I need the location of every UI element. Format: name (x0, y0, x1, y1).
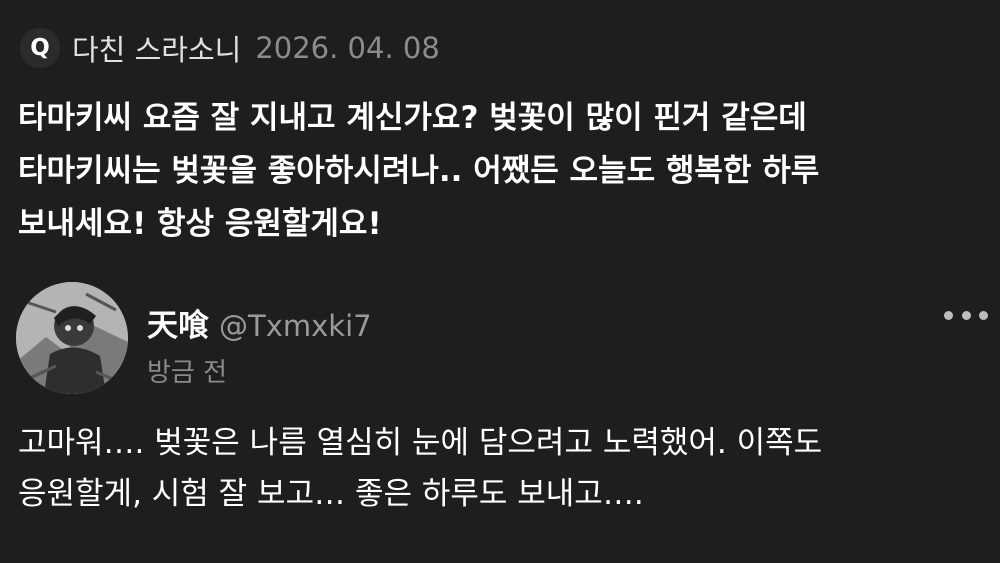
answer-author[interactable]: 天喰 @Txmxki7 (147, 300, 372, 345)
avatar[interactable] (16, 282, 128, 394)
question-line: 보내세요! 항상 응원할게요! (18, 206, 382, 242)
question-line: 타마키씨 요즘 잘 지내고 계신가요? 벚꽃이 많이 핀거 같은데 (18, 100, 807, 136)
dot (944, 310, 953, 320)
question-date: 2026. 04. 08 (255, 31, 440, 65)
answer-line: 고마워…. 벚꽃은 나름 열심히 눈에 담으려고 노력했어. 이쪽도 (18, 425, 823, 461)
answer-timestamp: 방금 전 (147, 358, 228, 388)
display-name[interactable]: 天喰 (147, 300, 209, 345)
question-badge: Q (20, 28, 60, 68)
answer-text: 고마워…. 벚꽃은 나름 열심히 눈에 담으려고 노력했어. 이쪽도 응원할게,… (18, 418, 993, 520)
avatar-image (16, 282, 128, 394)
more-horizontal-icon[interactable] (944, 300, 988, 330)
question-text: 타마키씨 요즘 잘 지내고 계신가요? 벚꽃이 많이 핀거 같은데 타마키씨는 … (18, 92, 988, 251)
answer-line: 응원할게, 시험 잘 보고… 좋은 하루도 보내고…. (18, 476, 644, 512)
dot (961, 310, 971, 320)
question-header: Q 다친 스라소니 2026. 04. 08 (20, 26, 440, 70)
asker-name[interactable]: 다친 스라소니 (72, 27, 241, 69)
user-handle[interactable]: @Txmxki7 (219, 309, 372, 343)
dot (979, 310, 988, 320)
question-line: 타마키씨는 벚꽃을 좋아하시려나.. 어쨌든 오늘도 행복한 하루 (18, 153, 820, 189)
